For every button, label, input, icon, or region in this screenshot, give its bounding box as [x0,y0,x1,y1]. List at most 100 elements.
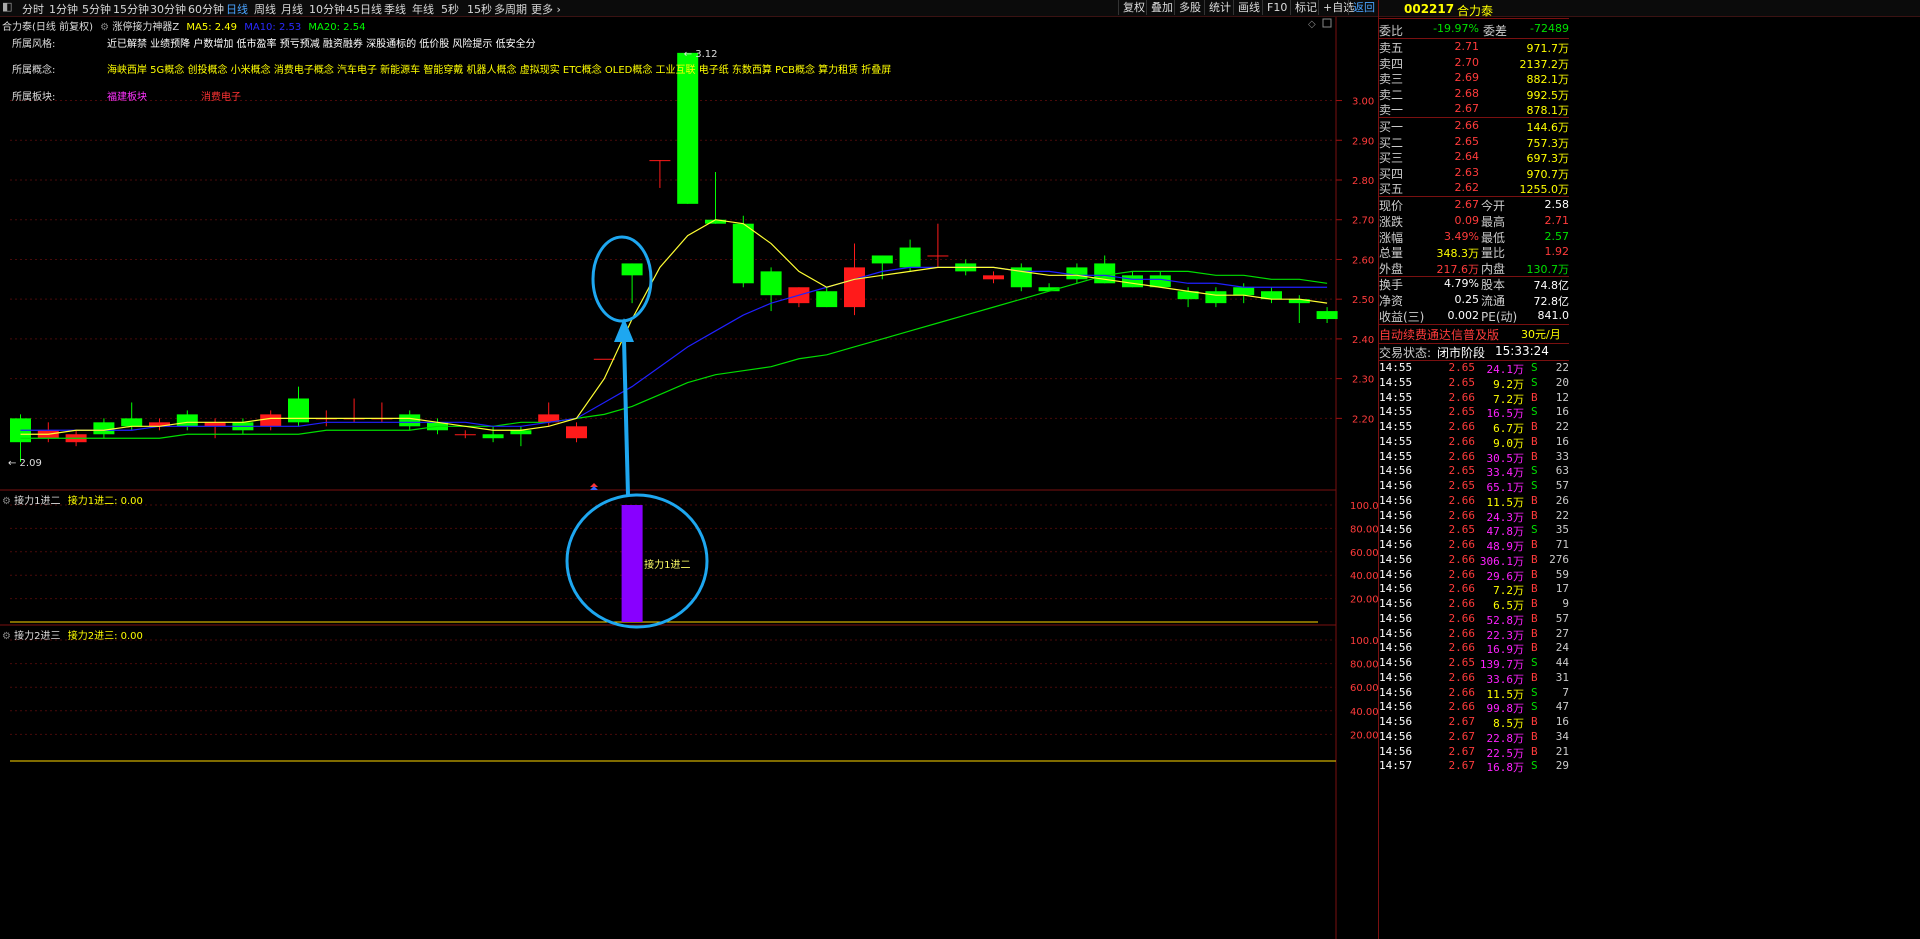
trade-price: 2.66 [1448,626,1476,640]
trade-direction: S [1531,523,1538,537]
period-tab[interactable]: 60分钟 [188,1,224,17]
trade-price: 2.66 [1448,552,1476,566]
kline-chart[interactable]: 3.00 2.90 2.80 2.70 2.60 2.50 2.40 2.30 2.20 ← 3.… [0,17,1378,939]
candle-body [983,275,1004,280]
period-tab[interactable]: 日线 [226,1,248,17]
toolbar-button[interactable]: F10 [1262,0,1291,15]
stat-value: 130.7万 [1526,263,1570,277]
trade-time: 14:55 [1379,375,1413,389]
annotation-circle [591,235,653,323]
candle-body [93,422,115,435]
period-tab[interactable]: 多周期 [494,1,527,17]
period-tab[interactable]: 更多 › [531,1,561,17]
stat-value: 217.6万 [1436,263,1480,277]
period-tab[interactable]: 周线 [254,1,276,17]
sub2-tick-label: 40.00 [1350,707,1378,718]
sub1-tick-label: 20.00 [1350,595,1378,606]
toolbar-button[interactable]: 多股 [1174,0,1205,15]
trade-direction: S [1531,759,1538,773]
stat-value: 72.8亿 [1533,294,1570,308]
period-tab[interactable]: 15秒 [467,1,492,17]
sector-consumer-electronics[interactable]: 消费电子 [201,88,241,103]
period-tab[interactable]: 45日线 [346,1,382,17]
trade-count: 29 [1555,759,1569,773]
sell-price: 2.67 [1454,102,1480,116]
promo-link[interactable]: 自动续费通达信普及版 [1379,326,1499,343]
sell-label: 卖五 [1379,41,1404,55]
trade-row: 14:56 2.65 33.4万 S 63 [1379,464,1569,479]
sub1-toggle-icon[interactable]: ⚙ [2,496,11,507]
sector-fujian[interactable]: 福建板块 [107,88,147,103]
period-tab[interactable]: 分时 [22,1,44,17]
period-tab[interactable]: 季线 [384,1,406,17]
y-tick-label: 2.80 [1352,176,1374,187]
trade-row: 14:56 2.66 6.5万 B 9 [1379,597,1569,612]
buy-price: 2.64 [1454,150,1480,164]
trade-time: 14:55 [1379,420,1413,433]
trade-direction: B [1531,434,1538,448]
sub1-tick-label: 80.00 [1350,524,1378,535]
stat-label: 股本 [1481,278,1506,292]
period-tab[interactable]: 1分钟 [49,1,78,17]
trade-row: 14:55 2.66 9.0万 B 16 [1379,435,1569,450]
menu-icon[interactable]: ◧ [2,0,12,13]
stat-label: 量比 [1481,246,1506,261]
ma20-line [20,270,1328,439]
window-icon[interactable] [1322,18,1332,28]
toolbar-button[interactable]: 画线 [1233,0,1264,15]
trade-count: 57 [1555,479,1569,492]
stat-label: 收益(三) [1379,309,1425,324]
trade-row: 14:55 2.66 30.5万 B 33 [1379,450,1569,465]
candle-body [176,414,198,427]
candle-body [1205,291,1227,304]
sub2-title: 接力2进三 [14,631,61,642]
period-tab[interactable]: 5秒 [441,1,459,17]
trade-direction: S [1531,361,1538,374]
trade-row: 14:56 2.65 65.1万 S 57 [1379,479,1569,494]
sub1-header: ⚙ 接力1进二 接力1进二: 0.00 [2,492,143,507]
ma10-label: MA10: 2.53 [244,22,302,33]
trade-volume: 7.2万 [1493,392,1524,406]
stat-value: 2.71 [1544,213,1570,227]
sub2-toggle-icon[interactable]: ⚙ [2,631,11,642]
divider [1379,324,1569,325]
trade-count: 20 [1555,375,1569,389]
trade-count: 9 [1562,597,1569,610]
sell-label: 卖二 [1379,87,1404,102]
toolbar-button[interactable]: 标记 [1290,0,1321,15]
period-tab[interactable]: 月线 [281,1,303,17]
candle-body [844,267,865,308]
trade-volume: 52.8万 [1486,613,1525,627]
toolbar-button[interactable]: 叠加 [1146,0,1177,15]
period-tab[interactable]: 15分钟 [113,1,149,17]
diamond-icon[interactable]: ◇ [1308,19,1316,30]
candle-body [260,414,282,427]
trade-time: 14:57 [1379,759,1413,773]
promo-price[interactable]: 30元/月 [1521,326,1561,342]
buy-price: 2.62 [1454,181,1480,195]
trade-price: 2.67 [1448,759,1476,773]
trade-direction: B [1531,626,1538,640]
toolbar-button[interactable]: 统计 [1204,0,1235,15]
sell-label: 卖三 [1379,72,1404,87]
period-tab[interactable]: 5分钟 [82,1,111,17]
trade-row: 14:56 2.66 7.2万 B 17 [1379,582,1569,597]
buy-label: 买一 [1379,120,1404,134]
trade-row: 14:56 2.67 22.5万 B 21 [1379,745,1569,760]
candle-body [566,426,587,439]
ma5-label: MA5: 2.49 [186,22,238,33]
indicator-name[interactable]: 涨停接力神器Z [112,22,179,33]
trade-price: 2.67 [1448,729,1476,743]
period-tab[interactable]: 10分钟 [309,1,345,17]
concept-value: 海峡西岸 5G概念 创投概念 小米概念 消费电子概念 汽车电子 新能源车 智能穿… [107,65,892,76]
trade-price: 2.65 [1448,375,1476,389]
period-tab[interactable]: 30分钟 [150,1,186,17]
trade-count: 22 [1555,420,1569,433]
toolbar-button[interactable]: 返回 [1348,0,1379,15]
trade-count: 21 [1555,744,1569,758]
toolbar-button[interactable]: 复权 [1118,0,1149,15]
stat-value: 0.002 [1447,308,1480,322]
trade-count: 31 [1555,670,1569,684]
period-tab[interactable]: 年线 [412,1,434,17]
settings-icon[interactable]: ⚙ [100,22,109,33]
